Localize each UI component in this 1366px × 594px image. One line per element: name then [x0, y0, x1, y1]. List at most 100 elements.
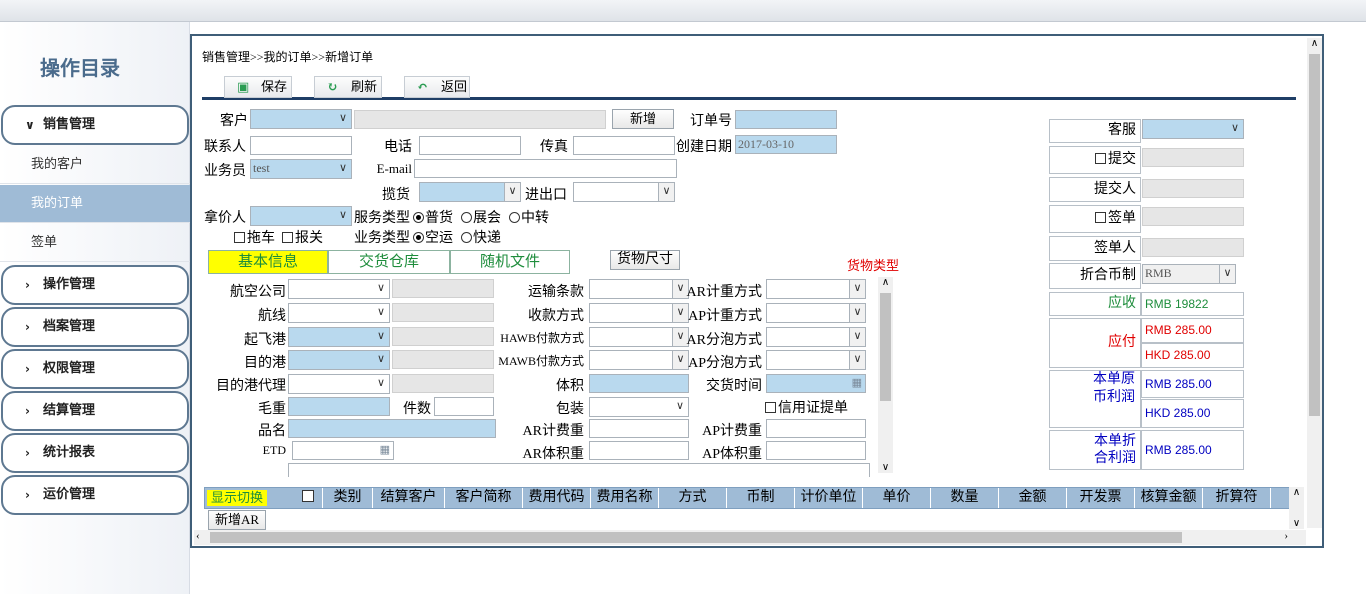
remarks-field[interactable] — [288, 463, 870, 477]
sidebar-group-reports[interactable]: › 统计报表 — [1, 433, 189, 473]
column-header[interactable]: 核算金额 — [1135, 488, 1203, 508]
ap-fee-weight-field[interactable] — [766, 419, 866, 438]
gross-weight-field[interactable] — [288, 397, 390, 416]
origin-select[interactable]: ∨ — [288, 327, 390, 347]
goods-name-field[interactable] — [288, 419, 496, 438]
toolbar: ▣ 保存 ↻ 刷新 ↶ 返回 — [202, 74, 1296, 100]
contact-field[interactable] — [250, 136, 352, 155]
dest-agent-select[interactable]: ∨ — [288, 374, 390, 394]
save-button[interactable]: ▣ 保存 — [224, 76, 292, 98]
column-header[interactable]: 结算客户 — [373, 488, 445, 508]
dest-agent-name-field[interactable] — [392, 374, 494, 393]
lc-bill-checkbox[interactable]: 信用证提单 — [765, 397, 848, 417]
sidebar-item-sign[interactable]: 签单 — [0, 224, 190, 262]
biz-type-air-radio[interactable]: 空运 — [413, 227, 453, 247]
phone-field[interactable] — [419, 136, 521, 155]
airline-select[interactable]: ∨ — [288, 279, 390, 299]
column-header[interactable]: 单价 — [863, 488, 931, 508]
column-header[interactable]: 折算符 — [1203, 488, 1271, 508]
sidebar-group-rates[interactable]: › 运价管理 — [1, 475, 189, 515]
import-export-select[interactable]: ∨ — [573, 182, 675, 202]
fax-label: 传真 — [540, 140, 568, 155]
sidebar-group-sales[interactable]: ∨ 销售管理 — [1, 105, 189, 145]
route-name-field[interactable] — [392, 303, 494, 322]
cargo-type-link[interactable]: 货物类型 — [847, 255, 899, 274]
ap-weight-method-select[interactable]: ∨ — [766, 303, 866, 323]
price-taker-select[interactable]: ∨ — [250, 206, 352, 226]
column-header[interactable]: 方式 — [659, 488, 727, 508]
ap-volume-weight-field[interactable] — [766, 441, 866, 460]
origin-name-field[interactable] — [392, 327, 494, 346]
chevron-down-icon: ∨ — [376, 282, 385, 294]
cs-select[interactable]: ∨ — [1142, 119, 1244, 139]
service-type-general-radio[interactable]: 普货 — [413, 207, 453, 227]
sidebar-group-permissions[interactable]: › 权限管理 — [1, 349, 189, 389]
profit-original-label: 本单原币利润 — [1049, 370, 1141, 428]
scrollbar-thumb[interactable] — [880, 293, 891, 401]
scrollbar-thumb[interactable] — [210, 532, 1182, 543]
customs-checkbox[interactable]: 报关 — [282, 227, 323, 247]
truck-checkbox[interactable]: 拖车 — [234, 227, 275, 247]
add-ar-button[interactable]: 新增AR — [208, 510, 266, 530]
customer-select[interactable]: ∨ — [250, 109, 352, 129]
biz-type-express-radio[interactable]: 快递 — [461, 227, 501, 247]
submit-checkbox[interactable]: 提交 — [1049, 146, 1141, 174]
back-button[interactable]: ↶ 返回 — [404, 76, 470, 98]
select-all-checkbox[interactable] — [295, 488, 323, 508]
route-select[interactable]: ∨ — [288, 303, 390, 323]
dest-select[interactable]: ∨ — [288, 350, 390, 370]
column-header[interactable]: 数量 — [931, 488, 999, 508]
sidebar-group-label: 销售管理 — [43, 117, 96, 132]
fax-field[interactable] — [573, 136, 675, 155]
form-scrollbar[interactable]: ∧ ∨ — [878, 277, 893, 473]
package-select[interactable]: ∨ — [589, 397, 689, 417]
column-header[interactable]: 计价单位 — [795, 488, 863, 508]
pieces-field[interactable] — [434, 397, 494, 416]
ar-bubble-method-select[interactable]: ∨ — [766, 327, 866, 347]
new-customer-button[interactable]: 新增 — [612, 109, 674, 129]
tab-files[interactable]: 随机文件 — [450, 250, 570, 274]
email-field[interactable] — [414, 159, 677, 178]
column-header[interactable]: 费用名称 — [591, 488, 659, 508]
etd-field[interactable]: ▦ — [292, 441, 394, 460]
delivery-time-field[interactable]: ▦ — [766, 374, 866, 393]
grid-scrollbar[interactable]: ∧ ∨ — [1289, 487, 1304, 529]
chevron-right-icon: › — [1284, 530, 1288, 542]
pickup-select[interactable]: ∨ — [419, 182, 521, 202]
column-header[interactable]: 开发票 — [1067, 488, 1135, 508]
ap-bubble-method-select[interactable]: ∨ — [766, 350, 866, 370]
airline-name-field[interactable] — [392, 279, 494, 298]
scrollbar-thumb[interactable] — [1309, 54, 1320, 416]
sidebar-item-my-customers[interactable]: 我的客户 — [0, 146, 190, 184]
service-type-transit-radio[interactable]: 中转 — [509, 207, 549, 227]
column-header[interactable]: 币制 — [727, 488, 795, 508]
salesman-select[interactable]: test ∨ — [250, 159, 352, 179]
display-toggle-button[interactable]: 显示切换 — [207, 490, 267, 506]
currency-select[interactable]: RMB ∨ — [1142, 264, 1236, 284]
service-type-label: 服务类型 — [354, 211, 410, 226]
sidebar-group-settlement[interactable]: › 结算管理 — [1, 391, 189, 431]
horizontal-scrollbar[interactable]: ‹ › — [194, 530, 1306, 545]
refresh-button[interactable]: ↻ 刷新 — [314, 76, 382, 98]
volume-label: 体积 — [556, 379, 584, 394]
customer-label: 客户 — [220, 114, 248, 129]
column-header[interactable]: 客户简称 — [445, 488, 523, 508]
sidebar-group-archives[interactable]: › 档案管理 — [1, 307, 189, 347]
cargo-size-button[interactable]: 货物尺寸 — [610, 250, 680, 270]
tab-basic-info[interactable]: 基本信息 — [208, 250, 328, 274]
main-scrollbar[interactable]: ∧ — [1307, 38, 1322, 528]
column-header[interactable]: 费用代码 — [523, 488, 591, 508]
create-date-field[interactable]: 2017-03-10 — [735, 135, 837, 154]
signer-label: 签单人 — [1049, 236, 1141, 261]
column-header[interactable]: 类别 — [323, 488, 373, 508]
column-header[interactable]: 金额 — [999, 488, 1067, 508]
sidebar-group-operations[interactable]: › 操作管理 — [1, 265, 189, 305]
service-type-exhibition-radio[interactable]: 展会 — [461, 207, 501, 227]
sidebar-item-my-orders[interactable]: 我的订单 — [0, 185, 190, 223]
order-no-field[interactable] — [735, 110, 837, 129]
customer-name-field[interactable] — [354, 110, 606, 129]
sign-checkbox[interactable]: 签单 — [1049, 205, 1141, 233]
ar-weight-method-select[interactable]: ∨ — [766, 279, 866, 299]
tab-warehouse[interactable]: 交货仓库 — [328, 250, 450, 274]
dest-name-field[interactable] — [392, 350, 494, 369]
